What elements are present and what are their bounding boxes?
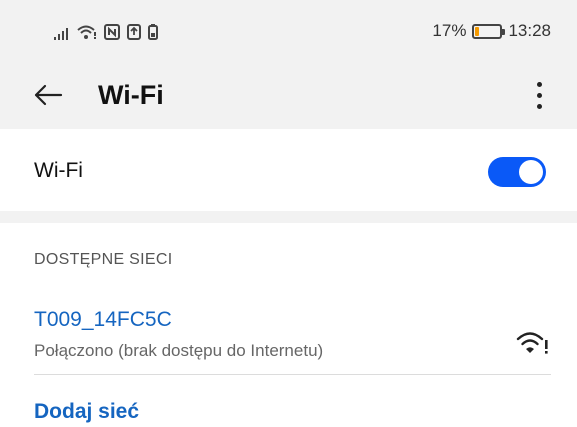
wifi-toggle-label: Wi-Fi — [34, 159, 83, 182]
battery-percent: 17% — [432, 21, 467, 40]
add-network-link[interactable]: Dodaj sieć — [34, 400, 139, 424]
switch-knob — [519, 160, 543, 184]
network-name: T009_14FC5C — [34, 308, 172, 331]
status-right: 17% 13:28 — [432, 20, 551, 42]
wifi-icon — [77, 24, 97, 40]
battery-level — [475, 26, 480, 36]
signal-icon — [54, 26, 70, 40]
section-divider — [0, 211, 577, 223]
battery-small-icon — [148, 24, 158, 40]
wifi-switch[interactable] — [488, 157, 546, 187]
more-vertical-icon[interactable] — [519, 74, 559, 116]
available-networks-header: DOSTĘPNE SIECI — [34, 251, 173, 268]
network-item[interactable]: T009_14FC5C Połączono (brak dostępu do I… — [0, 295, 577, 377]
wifi-no-internet-icon — [516, 329, 550, 357]
back-arrow-icon[interactable] — [30, 77, 66, 113]
status-time: 13:28 — [508, 21, 551, 40]
wifi-toggle-row[interactable]: Wi-Fi — [0, 129, 577, 211]
upload-icon — [127, 24, 141, 40]
status-bar: 17% 13:28 — [0, 0, 577, 60]
battery-icon — [472, 23, 506, 39]
status-icons — [54, 22, 158, 40]
network-status: Połączono (brak dostępu do Internetu) — [34, 341, 324, 360]
list-divider — [34, 374, 551, 375]
app-bar: Wi-Fi — [0, 66, 577, 124]
page-title: Wi-Fi — [98, 80, 164, 110]
nfc-icon — [104, 24, 120, 40]
